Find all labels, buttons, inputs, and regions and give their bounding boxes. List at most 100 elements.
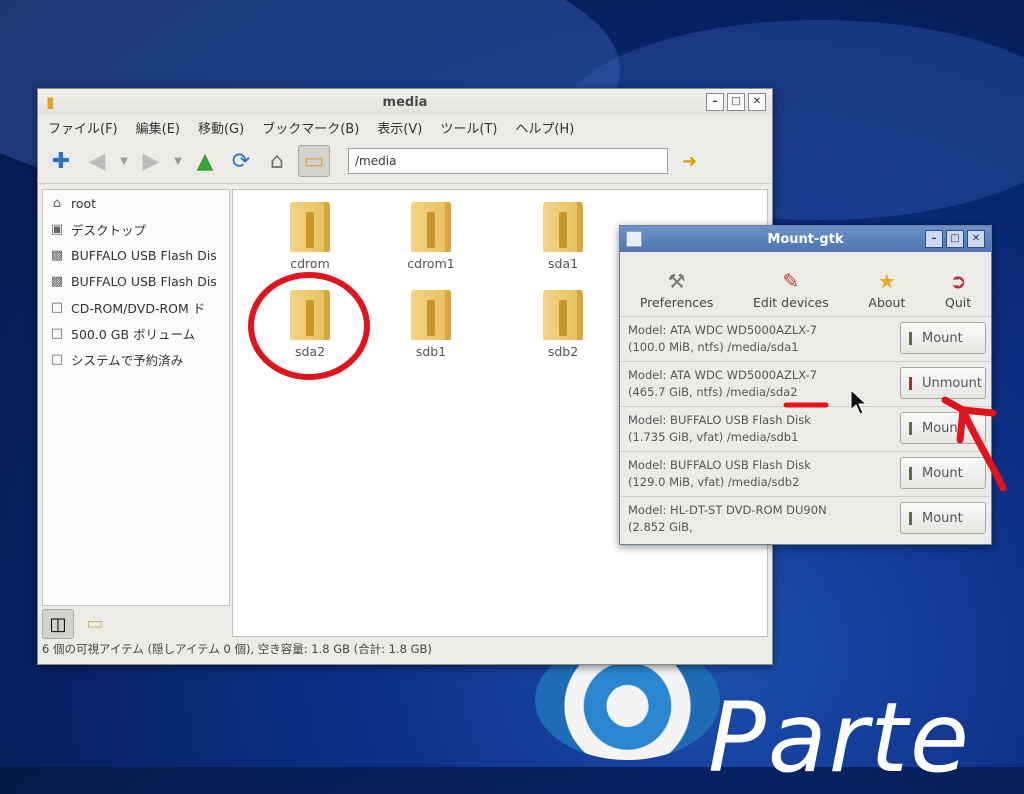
drive-icon: □ [50, 325, 64, 341]
folder-icon [290, 202, 330, 252]
folder-view-icon[interactable]: ▭ [298, 145, 330, 177]
back-history-icon[interactable]: ▼ [118, 156, 130, 167]
folder-label: cdrom1 [407, 256, 455, 271]
folder-item[interactable]: cdrom [255, 202, 365, 271]
sidebar-item-reserved[interactable]: □ システムで予約済み [43, 346, 229, 372]
drive-model: Model: BUFFALO USB Flash Disk [628, 413, 811, 427]
mount-gtk-app-icon [626, 231, 642, 247]
folder-item[interactable]: sdb1 [376, 290, 486, 359]
menu-tools[interactable]: ツール(T) [440, 118, 497, 137]
drive-details: (129.0 MiB, vfat) /media/sdb2 [628, 475, 800, 489]
mount-gtk-toolbar: ⚒ Preferences ✎ Edit devices ★ About ➲ Quit [620, 252, 991, 317]
sidebar-item-usb1[interactable]: ▩ BUFFALO USB Flash Dis [43, 242, 229, 268]
mount-button[interactable]: Mount [900, 457, 986, 489]
close-icon[interactable]: ✕ [967, 230, 985, 248]
file-manager-titlebar[interactable]: ▮ media – □ ✕ [38, 89, 772, 115]
sidebar-item-volume[interactable]: □ 500.0 GB ボリューム [43, 320, 229, 346]
usb-drive-icon: ▩ [50, 247, 64, 263]
mount-button-label: Unmount [922, 375, 982, 391]
sidebar: ⌂ root ▣ デスクトップ ▩ BUFFALO USB Flash Dis ▩ BU… [42, 189, 230, 606]
about-label: About [868, 295, 906, 310]
edit-icon: ✎ [782, 269, 800, 293]
unmount-button[interactable]: Unmount [900, 367, 986, 399]
wallpaper-text: Parte [708, 682, 971, 794]
drive-model: Model: ATA WDC WD5000AZLX-7 [628, 323, 818, 337]
window-title: media [382, 94, 428, 110]
mount-button[interactable]: Mount [900, 322, 986, 354]
usb-drive-icon: ▩ [50, 273, 64, 289]
close-icon[interactable]: ✕ [748, 93, 766, 111]
minimize-icon[interactable]: – [706, 93, 724, 111]
mount-button-label: Mount [922, 330, 963, 346]
drive-info: Model: ATA WDC WD5000AZLX-7 (465.7 GiB, … [628, 367, 817, 401]
home-icon[interactable]: ⌂ [262, 146, 292, 176]
reload-icon[interactable]: ⟳ [226, 146, 256, 176]
drive-info: Model: BUFFALO USB Flash Disk (1.735 GiB… [628, 412, 811, 446]
menu-file[interactable]: ファイル(F) [48, 118, 118, 137]
quit-label: Quit [945, 295, 972, 310]
drive-details: (2.852 GiB, [628, 520, 693, 534]
quit-button[interactable]: ➲ Quit [945, 269, 971, 310]
drive-info: Model: HL-DT-ST DVD-ROM DU90N (2.852 GiB… [628, 502, 827, 536]
drive-icon: □ [50, 351, 64, 367]
folder-item[interactable]: cdrom1 [376, 202, 486, 271]
preferences-button[interactable]: ⚒ Preferences [640, 269, 714, 310]
sidebar-item-label: システムで予約済み [71, 352, 184, 368]
folder-item[interactable]: sda2 [255, 290, 365, 359]
drive-row: Model: BUFFALO USB Flash Disk (1.735 GiB… [620, 407, 991, 452]
drive-details: (100.0 MiB, ntfs) /media/sda1 [628, 340, 799, 354]
minimize-icon[interactable]: – [925, 230, 943, 248]
status-bar: 6 個の可視アイテム (隠しアイテム 0 個), 空き容量: 1.8 GB (合… [42, 642, 432, 656]
mount-state-icon [909, 421, 912, 435]
folder-label: sda2 [294, 344, 326, 359]
mount-state-icon [909, 331, 912, 345]
folder-icon [411, 202, 451, 252]
window-controls: – □ ✕ [706, 93, 766, 111]
mount-gtk-titlebar[interactable]: Mount-gtk – □ ✕ [620, 226, 991, 252]
folder-item[interactable]: sda1 [508, 202, 618, 271]
folder-label: sdb2 [547, 344, 579, 359]
folder-icon [543, 290, 583, 340]
sidebar-item-label: 500.0 GB ボリューム [71, 326, 196, 342]
maximize-icon[interactable]: □ [727, 93, 745, 111]
menu-edit[interactable]: 編集(E) [136, 118, 180, 137]
back-icon[interactable]: ◀ [82, 146, 112, 176]
preferences-label: Preferences [639, 295, 714, 310]
sidebar-item-cdrom[interactable]: □ CD-ROM/DVD-ROM ド [43, 294, 229, 320]
sidebar-mode-switch: ◫ ▭ [42, 609, 110, 639]
forward-icon[interactable]: ▶ [136, 146, 166, 176]
forward-history-icon[interactable]: ▼ [172, 156, 184, 167]
menu-go[interactable]: 移動(G) [198, 118, 244, 137]
address-bar[interactable]: /media [348, 148, 668, 174]
new-tab-icon[interactable]: ✚ [46, 146, 76, 176]
toolbar: ✚ ◀ ▼ ▶ ▼ ▲ ⟳ ⌂ ▭ /media ➜ [38, 139, 772, 184]
places-icon[interactable]: ◫ [42, 609, 74, 639]
mount-button[interactable]: Mount [900, 412, 986, 444]
drive-icon: □ [50, 299, 64, 315]
window-title: Mount-gtk [767, 231, 844, 247]
sidebar-item-label: BUFFALO USB Flash Dis [71, 273, 217, 289]
sidebar-item-root[interactable]: ⌂ root [43, 190, 229, 216]
go-icon[interactable]: ➜ [682, 151, 697, 172]
quit-icon: ➲ [949, 269, 967, 293]
menu-help[interactable]: ヘルプ(H) [515, 118, 574, 137]
mount-state-icon [909, 511, 912, 525]
drive-info: Model: BUFFALO USB Flash Disk (129.0 MiB… [628, 457, 811, 491]
folder-item[interactable]: sdb2 [508, 290, 618, 359]
up-icon[interactable]: ▲ [190, 146, 220, 176]
folder-tree-icon[interactable]: ▭ [80, 609, 110, 637]
sidebar-item-desktop[interactable]: ▣ デスクトップ [43, 216, 229, 242]
edit-devices-label: Edit devices [752, 295, 829, 310]
drive-details: (1.735 GiB, vfat) /media/sdb1 [628, 430, 799, 444]
sidebar-item-usb2[interactable]: ▩ BUFFALO USB Flash Dis [43, 268, 229, 294]
menu-view[interactable]: 表示(V) [377, 118, 422, 137]
sidebar-item-label: root [71, 195, 97, 211]
sidebar-item-label: デスクトップ [71, 222, 147, 238]
maximize-icon[interactable]: □ [946, 230, 964, 248]
edit-devices-button[interactable]: ✎ Edit devices [753, 269, 829, 310]
mount-button[interactable]: Mount [900, 502, 986, 534]
mount-state-icon [909, 376, 912, 390]
menu-bookmarks[interactable]: ブックマーク(B) [262, 118, 359, 137]
about-button[interactable]: ★ About [868, 269, 905, 310]
mount-button-label: Mount [922, 465, 963, 481]
